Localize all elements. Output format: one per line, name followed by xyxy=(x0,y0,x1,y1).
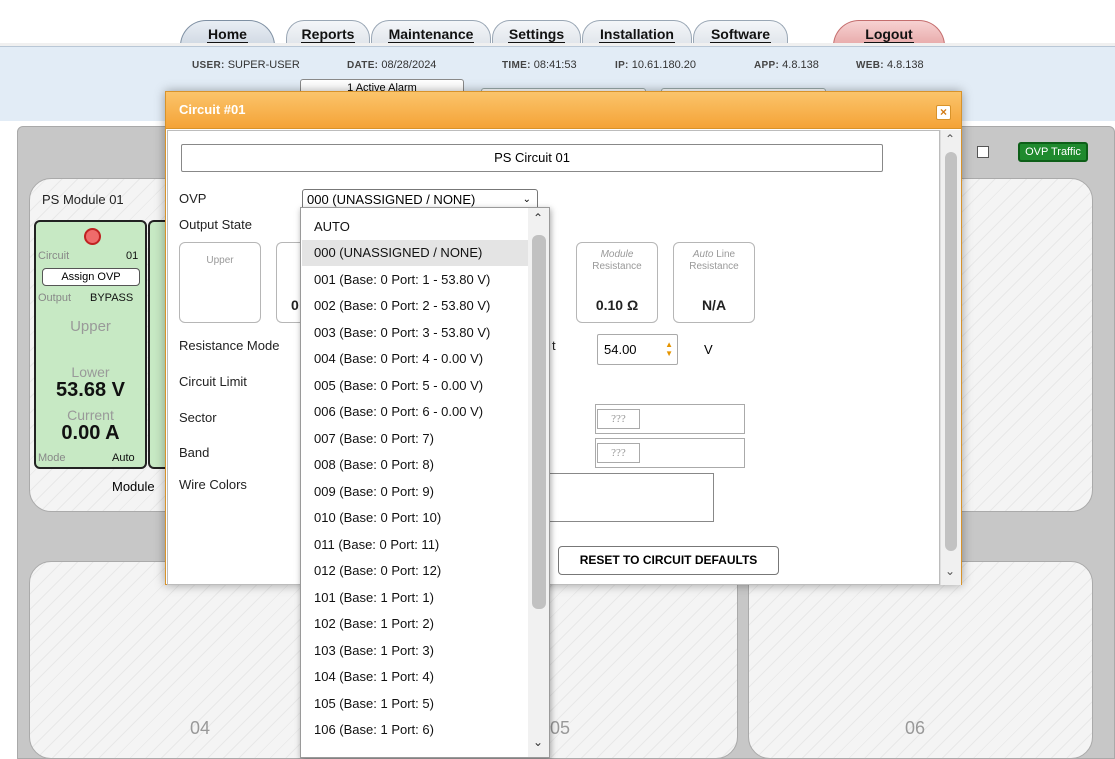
ovp-option-selected[interactable]: 000 (UNASSIGNED / NONE) xyxy=(302,240,528,266)
dialog-scrollbar[interactable]: ⌃ ⌄ xyxy=(940,130,961,585)
web-version: WEB: 4.8.138 xyxy=(856,59,924,71)
current-label: Current xyxy=(67,407,114,423)
scroll-down-icon[interactable]: ⌄ xyxy=(945,564,955,578)
reset-defaults-button[interactable]: RESET TO CIRCUIT DEFAULTS xyxy=(558,546,779,575)
band-value[interactable]: ??? xyxy=(597,443,640,463)
current-value: 0.00 A xyxy=(61,422,120,444)
module-resistance-value: 0.10 Ω xyxy=(595,297,639,313)
ovp-option[interactable]: 004 (Base: 0 Port: 4 - 0.00 V) xyxy=(302,346,528,372)
upper-tile[interactable]: Upper xyxy=(179,242,261,323)
ovp-option[interactable]: 105 (Base: 1 Port: 5) xyxy=(302,691,528,717)
ovp-label: OVP xyxy=(179,191,207,206)
voltage-unit: V xyxy=(704,342,713,357)
ovp-option[interactable]: 101 (Base: 1 Port: 1) xyxy=(302,585,528,611)
output-label: Output xyxy=(38,292,72,304)
scroll-thumb[interactable] xyxy=(945,152,957,551)
ovp-option[interactable]: 106 (Base: 1 Port: 6) xyxy=(302,717,528,743)
ovp-option[interactable]: 008 (Base: 0 Port: 8) xyxy=(302,452,528,478)
logging-checkbox[interactable] xyxy=(977,146,989,158)
voltage-value: 53.68 V xyxy=(56,379,125,401)
slot-number: 06 xyxy=(905,718,926,738)
ovp-option[interactable]: 103 (Base: 1 Port: 3) xyxy=(302,638,528,664)
ip-info: IP: 10.61.180.20 xyxy=(615,59,696,71)
ovp-option[interactable]: 102 (Base: 1 Port: 2) xyxy=(302,611,528,637)
assign-ovp-button[interactable]: Assign OVP xyxy=(42,268,140,286)
tile-caption: Resistance xyxy=(592,261,642,272)
module-resistance-tile[interactable]: Module Resistance 0.10 Ω xyxy=(576,242,658,323)
circuit-label: Circuit xyxy=(38,250,70,262)
ovp-option[interactable]: 012 (Base: 0 Port: 12) xyxy=(302,558,528,584)
circuit-card[interactable]: Circuit 01 Assign OVP Output BYPASS Uppe… xyxy=(34,220,147,469)
wire-colors-box[interactable] xyxy=(545,473,714,522)
time-info: TIME: 08:41:53 xyxy=(502,59,577,71)
auto-line-resistance-value: N/A xyxy=(701,297,727,313)
sector-label: Sector xyxy=(179,410,217,425)
sector-field[interactable]: ??? xyxy=(595,404,745,434)
dropdown-scrollbar[interactable]: ⌃ ⌄ xyxy=(528,208,549,757)
stepper-arrows-icon[interactable]: ▲ ▼ xyxy=(665,340,673,358)
resistance-mode-label: Resistance Mode xyxy=(179,338,280,353)
mode-value: Auto xyxy=(112,452,135,464)
ovp-dropdown-list[interactable]: AUTO 000 (UNASSIGNED / NONE) 001 (Base: … xyxy=(300,207,550,758)
dialog-body: PS Circuit 01 OVP 000 (UNASSIGNED / NONE… xyxy=(167,130,940,585)
scroll-up-icon[interactable]: ⌃ xyxy=(945,132,955,146)
output-value: BYPASS xyxy=(90,292,134,304)
ovp-traffic-button[interactable]: OVP Traffic xyxy=(1018,142,1088,162)
limit-label-fragment: t xyxy=(552,338,556,353)
slot-number: 05 xyxy=(550,718,571,738)
circuit-limit-label: Circuit Limit xyxy=(179,374,247,389)
ovp-option[interactable]: 002 (Base: 0 Port: 2 - 53.80 V) xyxy=(302,293,528,319)
ovp-option[interactable]: 011 (Base: 0 Port: 11) xyxy=(302,532,528,558)
circuit-number: 01 xyxy=(126,250,139,262)
slot-number: 04 xyxy=(190,718,211,738)
ovp-option[interactable]: 009 (Base: 0 Port: 9) xyxy=(302,479,528,505)
voltage-stepper[interactable]: 54.00 ▲ ▼ xyxy=(597,334,678,365)
tile-caption: Upper xyxy=(206,255,234,266)
tile-caption: Module xyxy=(600,249,634,260)
ovp-option[interactable]: 006 (Base: 0 Port: 6 - 0.00 V) xyxy=(302,399,528,425)
ovp-option[interactable]: 005 (Base: 0 Port: 5 - 0.00 V) xyxy=(302,373,528,399)
circuit-card[interactable] xyxy=(148,220,166,469)
output-state-label: Output State xyxy=(179,217,252,232)
ovp-option[interactable]: 010 (Base: 0 Port: 10) xyxy=(302,505,528,531)
ovp-option[interactable]: 001 (Base: 0 Port: 1 - 53.80 V) xyxy=(302,267,528,293)
scroll-down-icon[interactable]: ⌄ xyxy=(533,735,543,749)
tile-caption: Line xyxy=(713,249,736,260)
module-label: Module xyxy=(112,479,155,494)
tile-caption: Resistance xyxy=(689,261,739,272)
ovp-option[interactable]: 007 (Base: 0 Port: 7) xyxy=(302,426,528,452)
alarm-indicator xyxy=(84,228,101,245)
ovp-option-auto[interactable]: AUTO xyxy=(302,214,528,240)
circuit-dialog: Circuit #01 × PS Circuit 01 OVP 000 (UNA… xyxy=(165,91,962,585)
date-info: DATE: 08/28/2024 xyxy=(347,59,437,71)
dialog-header[interactable]: Circuit #01 × xyxy=(166,92,961,129)
ovp-option[interactable]: 104 (Base: 1 Port: 4) xyxy=(302,664,528,690)
band-label: Band xyxy=(179,445,210,460)
band-field[interactable]: ??? xyxy=(595,438,745,468)
top-nav: Home Reports Maintenance Settings Instal… xyxy=(0,0,1115,48)
dialog-title: Circuit #01 xyxy=(179,102,246,117)
auto-line-resistance-tile[interactable]: Auto Line Resistance N/A xyxy=(673,242,755,323)
user-info: USER: SUPER-USER xyxy=(192,59,300,71)
lower-label: Lower xyxy=(71,364,110,380)
app-version: APP: 4.8.138 xyxy=(754,59,819,71)
mode-label: Mode xyxy=(38,452,66,464)
close-icon[interactable]: × xyxy=(936,105,951,120)
module-title: PS Module 01 xyxy=(42,192,124,207)
sector-value[interactable]: ??? xyxy=(597,409,640,429)
scroll-up-icon[interactable]: ⌃ xyxy=(533,211,543,225)
scroll-thumb[interactable] xyxy=(532,235,546,609)
tile-caption: Auto xyxy=(692,249,714,260)
circuit-name-input[interactable]: PS Circuit 01 xyxy=(181,144,883,172)
upper-label: Upper xyxy=(70,318,111,335)
ovp-option[interactable]: 003 (Base: 0 Port: 3 - 53.80 V) xyxy=(302,320,528,346)
wire-colors-label: Wire Colors xyxy=(179,477,247,492)
